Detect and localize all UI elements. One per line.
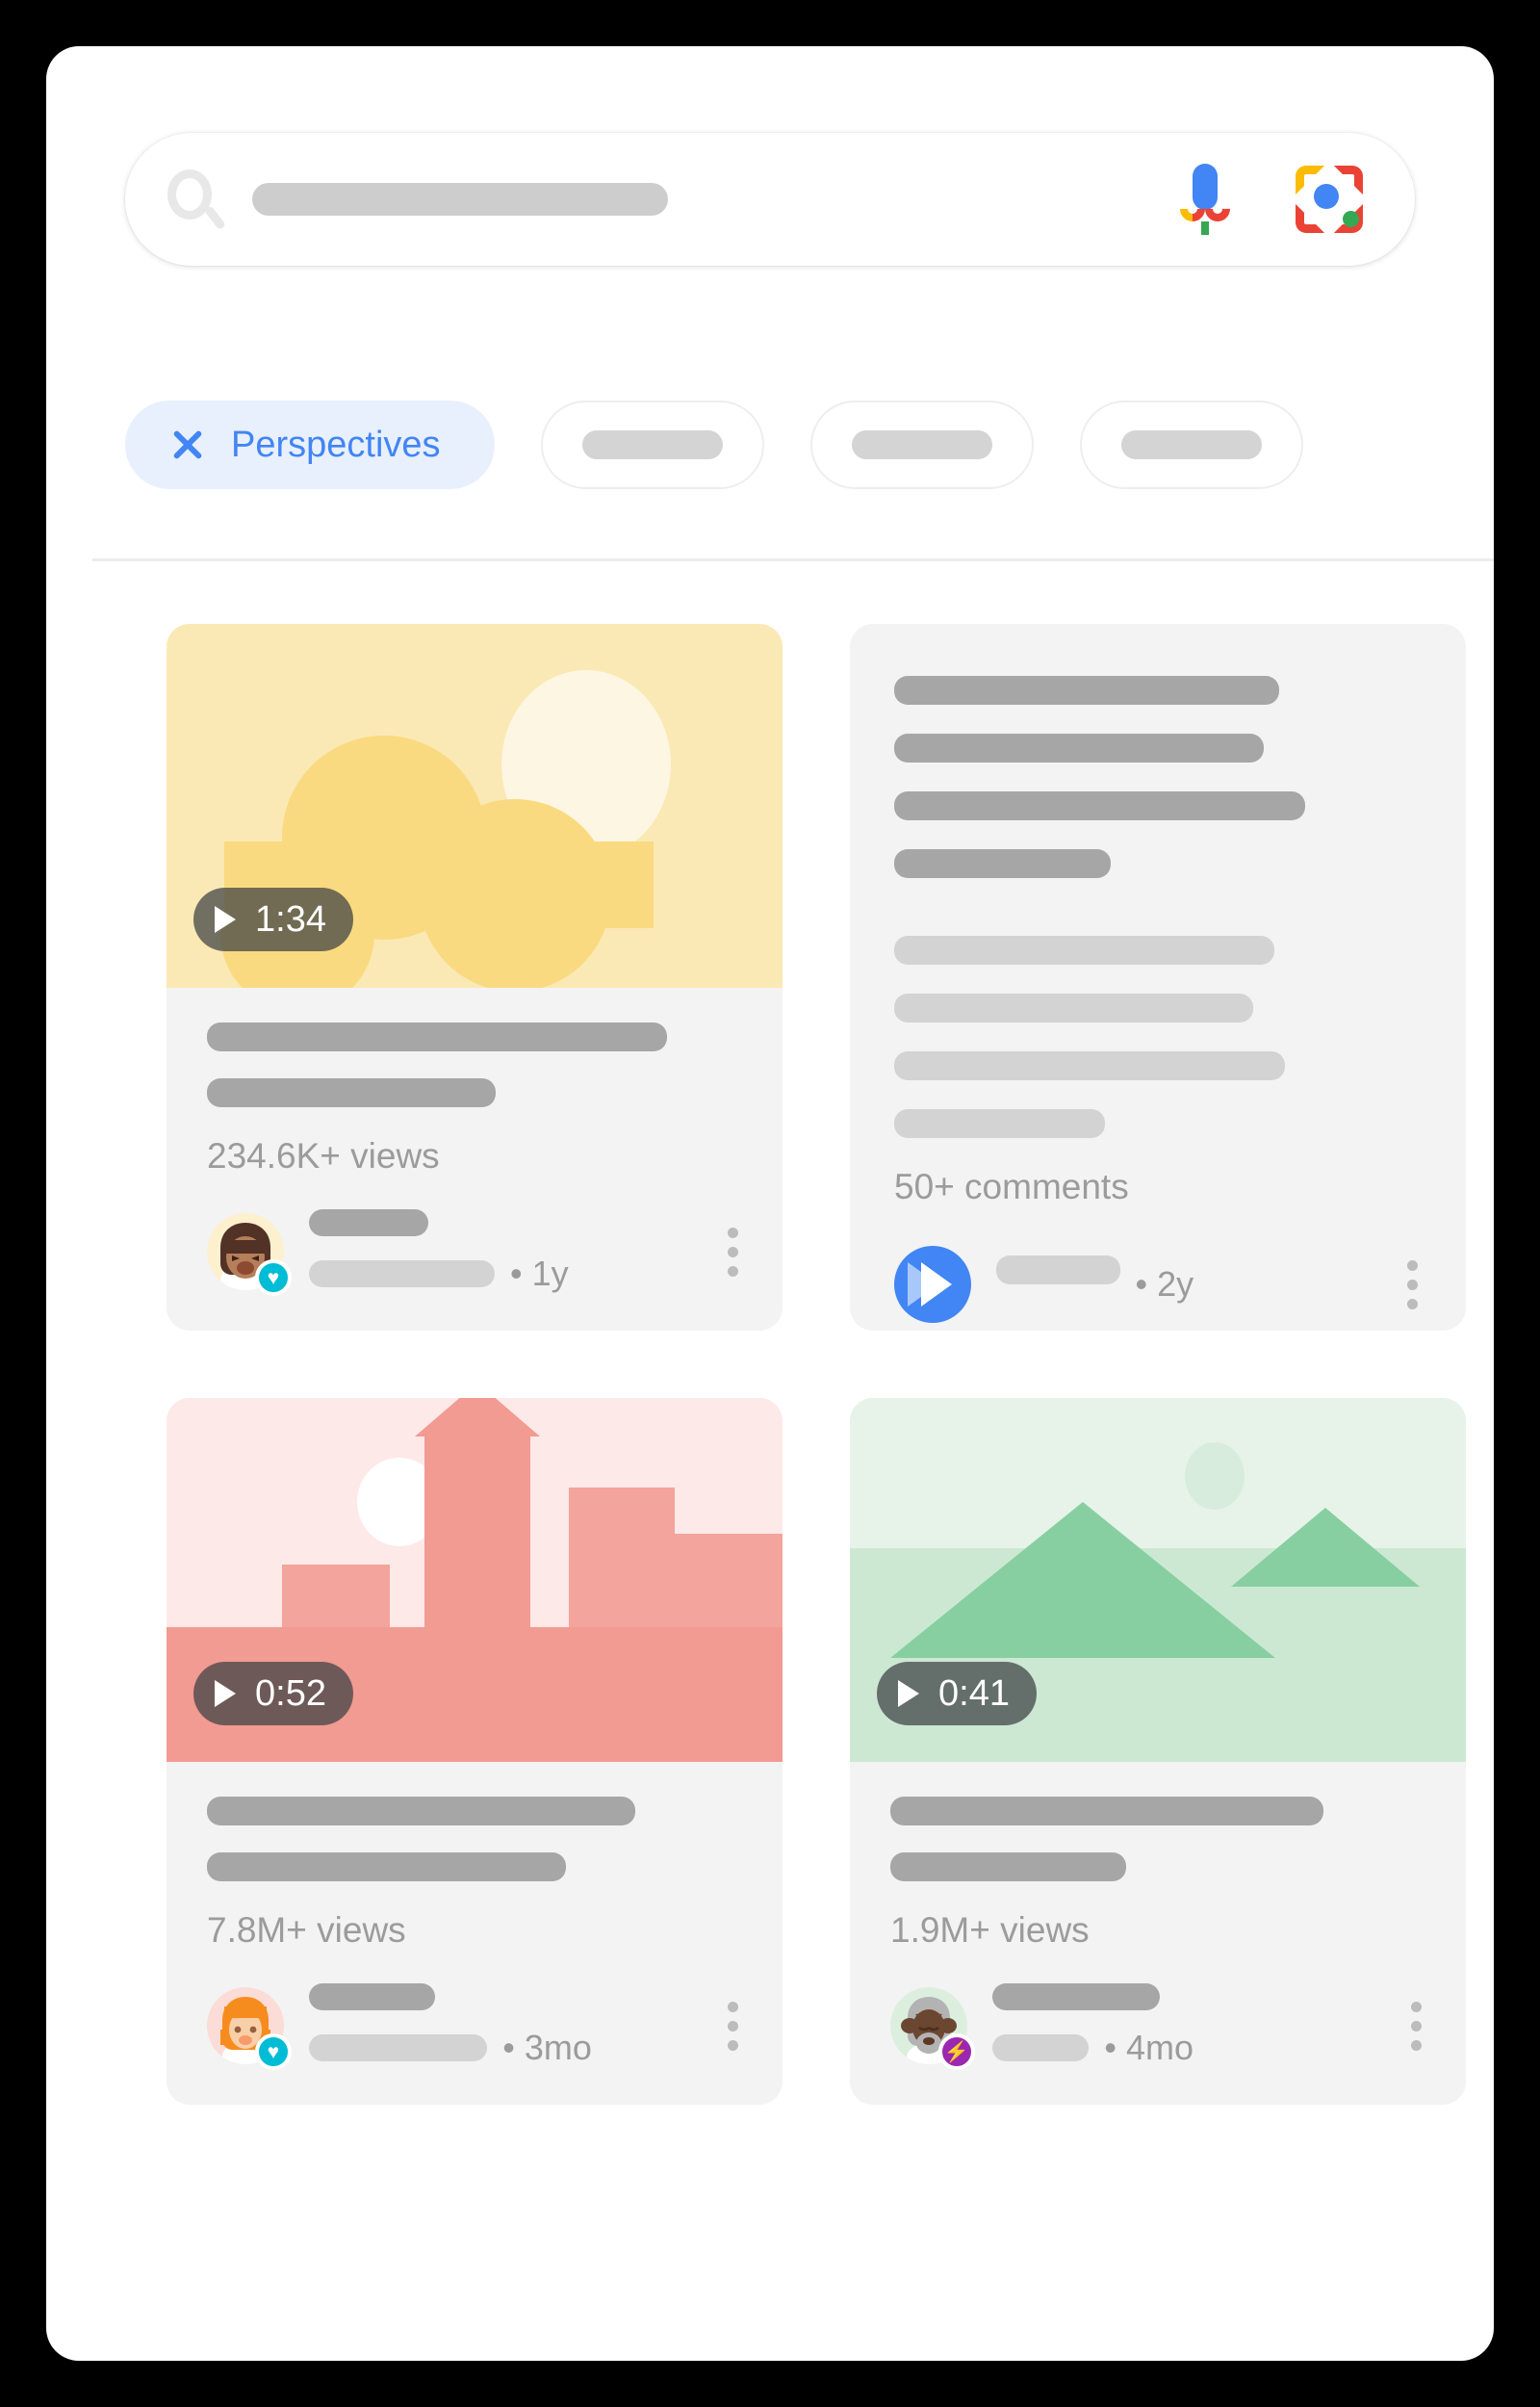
video-thumbnail[interactable]: 0:52	[167, 1398, 783, 1762]
text-placeholder-line	[894, 676, 1280, 705]
author-lines: • 4mo	[992, 1983, 1364, 2068]
age-label: • 4mo	[1104, 2028, 1194, 2067]
building-shape	[282, 1565, 390, 1627]
result-card-video-2[interactable]: 0:52 7.8M+ views ♥ • 3mo	[167, 1398, 783, 2105]
more-options-icon[interactable]	[1406, 1259, 1418, 1309]
view-count: 234.6K+ views	[207, 1136, 440, 1176]
filter-chip-label: Perspectives	[231, 424, 441, 465]
video-duration-badge: 0:52	[193, 1662, 353, 1725]
snippet-placeholder-line	[894, 1051, 1285, 1080]
filter-chip-placeholder-2[interactable]	[809, 401, 1034, 489]
play-icon	[898, 1680, 919, 1707]
microphone-icon[interactable]	[1174, 164, 1236, 235]
title-placeholder-line	[207, 1852, 566, 1881]
building-shape	[569, 1488, 675, 1627]
building-shape	[675, 1534, 783, 1627]
result-card-discussion[interactable]: 50+ comments • 2y	[850, 624, 1466, 1331]
author-lines: • 1y	[309, 1209, 680, 1294]
heart-badge-icon: ♥	[255, 2033, 292, 2070]
author-row: ⚡ • 4mo	[890, 1983, 1425, 2070]
title-placeholder-line	[207, 1078, 497, 1107]
snippet-placeholder-line	[894, 936, 1274, 965]
search-bar[interactable]	[125, 133, 1415, 266]
author-row: ♥ • 3mo	[207, 1983, 742, 2070]
text-placeholder-line	[894, 734, 1264, 763]
view-count: 7.8M+ views	[207, 1910, 406, 1950]
search-bar-container	[125, 133, 1415, 266]
avatar[interactable]: ♥	[207, 1213, 292, 1296]
comment-count: 50+ comments	[894, 1167, 1129, 1206]
more-options-icon[interactable]	[727, 1227, 738, 1277]
text-placeholder-line	[894, 791, 1306, 820]
results-grid: 1:34 234.6K+ views ♥ • 1y 50+ comments •…	[167, 624, 1466, 2105]
author-lines: • 3mo	[309, 1983, 680, 2068]
title-placeholder-line	[890, 1797, 1324, 1825]
title-placeholder-line	[207, 1022, 668, 1051]
result-card-video-3[interactable]: 0:41 1.9M+ views ⚡ • 4mo	[850, 1398, 1466, 2105]
filter-chip-placeholder-3[interactable]	[1079, 401, 1303, 489]
filter-chip-placeholder-label	[1120, 430, 1262, 459]
discussion-text-block: 50+ comments • 2y	[850, 624, 1466, 1323]
snippet-placeholder-line	[894, 1109, 1106, 1138]
more-options-icon[interactable]	[727, 2001, 738, 2051]
source-placeholder	[996, 1255, 1120, 1284]
play-icon	[215, 1680, 236, 1707]
filter-chip-perspectives[interactable]: Perspectives	[125, 401, 495, 489]
avatar[interactable]: ⚡	[890, 1987, 975, 2070]
lightning-badge-icon: ⚡	[938, 2033, 975, 2070]
view-count: 1.9M+ views	[890, 1910, 1090, 1950]
card-body: 1.9M+ views ⚡ • 4mo	[850, 1762, 1466, 2105]
google-lens-icon[interactable]	[1296, 166, 1363, 233]
text-placeholder-line	[894, 849, 1111, 878]
heart-badge-icon: ♥	[255, 1259, 292, 1296]
author-name-placeholder	[992, 1983, 1160, 2010]
forum-icon[interactable]	[894, 1246, 971, 1323]
sun-shape	[1185, 1442, 1245, 1510]
author-row: ♥ • 1y	[207, 1209, 742, 1296]
filter-chip-placeholder-label	[851, 430, 992, 459]
header-divider	[92, 558, 1494, 561]
phone-frame: Perspectives 1:34 234.6K+ views ♥ • 1y 5…	[46, 46, 1494, 2361]
filter-chip-placeholder-1[interactable]	[540, 401, 764, 489]
duration-label: 0:41	[938, 1672, 1010, 1714]
author-name-placeholder	[309, 1983, 436, 2010]
search-input[interactable]	[252, 183, 668, 216]
card-body: 7.8M+ views ♥ • 3mo	[167, 1762, 783, 2105]
filter-chip-placeholder-label	[581, 430, 723, 459]
video-duration-badge: 0:41	[877, 1662, 1037, 1725]
age-label: • 1y	[510, 1254, 569, 1293]
mountain-shape	[890, 1502, 1275, 1658]
play-icon	[215, 906, 236, 933]
more-options-icon[interactable]	[1410, 2001, 1422, 2051]
source-placeholder	[992, 2034, 1090, 2061]
avatar[interactable]: ♥	[207, 1987, 292, 2070]
title-placeholder-line	[207, 1797, 635, 1825]
building-shape	[424, 1435, 530, 1627]
filter-chip-row: Perspectives	[125, 401, 1303, 489]
close-icon[interactable]	[169, 427, 206, 463]
video-thumbnail[interactable]: 0:41	[850, 1398, 1466, 1762]
source-placeholder	[309, 2034, 488, 2061]
age-label: • 2y	[1135, 1264, 1194, 1304]
author-name-placeholder	[309, 1209, 428, 1236]
author-lines: • 2y	[996, 1255, 1360, 1313]
video-thumbnail[interactable]: 1:34	[167, 624, 783, 988]
result-card-video-1[interactable]: 1:34 234.6K+ views ♥ • 1y	[167, 624, 783, 1331]
search-actions	[1174, 164, 1373, 235]
snippet-placeholder-line	[894, 994, 1253, 1022]
duration-label: 1:34	[255, 898, 326, 940]
title-placeholder-line	[890, 1852, 1126, 1881]
video-duration-badge: 1:34	[193, 888, 353, 951]
search-icon	[166, 169, 227, 231]
age-label: • 3mo	[502, 2028, 592, 2067]
source-placeholder	[309, 1260, 495, 1287]
author-row: • 2y	[894, 1246, 1422, 1323]
roof-shape	[415, 1398, 540, 1436]
card-body: 234.6K+ views ♥ • 1y	[167, 988, 783, 1331]
duration-label: 0:52	[255, 1672, 326, 1714]
